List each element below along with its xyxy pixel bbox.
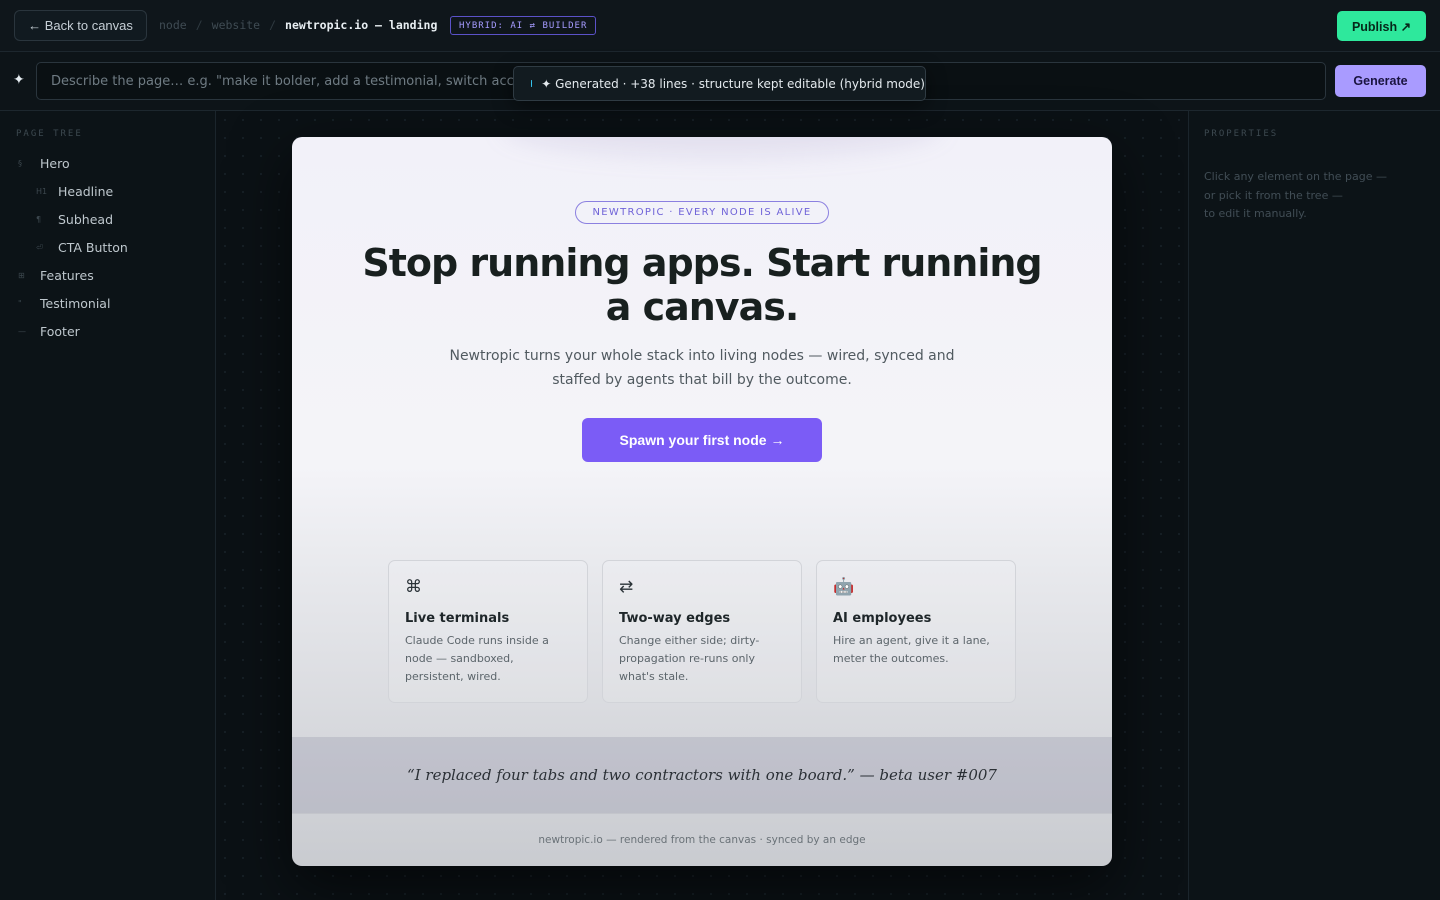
page-tree-title: PAGE TREE bbox=[16, 129, 83, 139]
generated-toast: ✦ Generated · +38 lines · structure kept… bbox=[513, 66, 926, 101]
tree-item-label: Headline bbox=[58, 183, 114, 199]
breadcrumb-current: newtropic.io — landing bbox=[285, 18, 438, 32]
feature-title: Live terminals bbox=[405, 611, 510, 626]
tree-item-testimonial[interactable]: " Testimonial bbox=[18, 293, 110, 313]
tree-item-label: Footer bbox=[40, 323, 80, 339]
generate-button[interactable]: Generate bbox=[1335, 65, 1426, 97]
properties-panel: PROPERTIES Click any element on the page… bbox=[1188, 111, 1440, 900]
grid-icon: ⊞ bbox=[18, 270, 25, 280]
tree-item-headline[interactable]: H1 Headline bbox=[36, 181, 113, 201]
feature-card[interactable]: 🤖 AI employees Hire an agent, give it a … bbox=[816, 560, 1016, 703]
minus-icon: — bbox=[18, 326, 26, 336]
hero-subhead[interactable]: Newtropic turns your whole stack into li… bbox=[432, 344, 972, 392]
breadcrumb-separator: / bbox=[195, 18, 203, 32]
spawn-node-button[interactable]: Spawn your first node → bbox=[582, 418, 822, 462]
page-preview: NEWTROPIC · EVERY NODE IS ALIVE Stop run… bbox=[292, 137, 1112, 866]
tree-item-label: CTA Button bbox=[58, 239, 128, 255]
toast-text: ✦ Generated · +38 lines · structure kept… bbox=[541, 76, 925, 91]
section-icon: § bbox=[18, 158, 22, 168]
link-icon: ⏎ bbox=[36, 242, 43, 252]
properties-hint-line: to edit it manually. bbox=[1204, 207, 1307, 220]
features-section: ⌘ Live terminals Claude Code runs inside… bbox=[388, 560, 1016, 703]
properties-title: PROPERTIES bbox=[1204, 129, 1279, 139]
tree-item-label: Hero bbox=[40, 155, 70, 171]
breadcrumb-separator: / bbox=[269, 18, 277, 32]
command-icon: ⌘ bbox=[405, 577, 422, 597]
feature-title: Two-way edges bbox=[619, 611, 731, 626]
robot-icon: 🤖 bbox=[833, 577, 855, 597]
testimonial-section[interactable]: “I replaced four tabs and two contractor… bbox=[292, 737, 1112, 813]
page-footer[interactable]: newtropic.io — rendered from the canvas … bbox=[292, 813, 1112, 866]
tree-item-features[interactable]: ⊞ Features bbox=[18, 265, 94, 285]
breadcrumb: node / website / newtropic.io — landing bbox=[159, 18, 437, 32]
tree-item-subhead[interactable]: ¶ Subhead bbox=[36, 209, 113, 229]
hero-glow bbox=[502, 137, 942, 157]
feature-description: Change either side; dirty-propagation re… bbox=[619, 634, 760, 683]
properties-hint: Click any element on the page — or pick … bbox=[1204, 168, 1404, 224]
breadcrumb-website[interactable]: website bbox=[212, 18, 260, 32]
footer-text: newtropic.io — rendered from the canvas … bbox=[538, 834, 866, 846]
feature-description: Hire an agent, give it a lane, meter the… bbox=[833, 634, 990, 665]
h1-icon: H1 bbox=[36, 186, 48, 196]
tree-item-hero[interactable]: § Hero bbox=[18, 153, 70, 173]
breadcrumb-node[interactable]: node bbox=[159, 18, 187, 32]
publish-button[interactable]: Publish ↗ bbox=[1337, 11, 1426, 41]
page-tree-sidebar: PAGE TREE § Hero H1 Headline ¶ Subhead ⏎… bbox=[0, 111, 216, 900]
tree-item-cta-button[interactable]: ⏎ CTA Button bbox=[36, 237, 128, 257]
top-bar: ← Back to canvas node / website / newtro… bbox=[0, 0, 1440, 52]
properties-hint-line: or pick it from the tree — bbox=[1204, 188, 1343, 202]
tree-item-footer[interactable]: — Footer bbox=[18, 321, 80, 341]
tree-item-label: Subhead bbox=[58, 211, 113, 227]
testimonial-quote: “I replaced four tabs and two contractor… bbox=[407, 766, 997, 784]
feature-card[interactable]: ⌘ Live terminals Claude Code runs inside… bbox=[388, 560, 588, 703]
back-to-canvas-button[interactable]: ← Back to canvas bbox=[14, 10, 147, 41]
feature-card[interactable]: ⇄ Two-way edges Change either side; dirt… bbox=[602, 560, 802, 703]
hero-eyebrow[interactable]: NEWTROPIC · EVERY NODE IS ALIVE bbox=[575, 201, 829, 224]
sparkle-icon: ✦ bbox=[13, 72, 25, 88]
feature-description: Claude Code runs inside a node — sandbox… bbox=[405, 634, 549, 683]
paragraph-icon: ¶ bbox=[36, 214, 42, 224]
swap-icon: ⇄ bbox=[619, 577, 634, 597]
feature-title: AI employees bbox=[833, 611, 932, 626]
hero-headline[interactable]: Stop running apps. Start running a canva… bbox=[352, 241, 1052, 329]
tree-item-label: Testimonial bbox=[40, 295, 111, 311]
properties-hint-line: Click any element on the page — bbox=[1204, 170, 1387, 183]
mode-badge: HYBRID: AI ⇄ BUILDER bbox=[450, 16, 597, 35]
quote-icon: " bbox=[18, 298, 22, 308]
tree-item-label: Features bbox=[40, 267, 94, 283]
